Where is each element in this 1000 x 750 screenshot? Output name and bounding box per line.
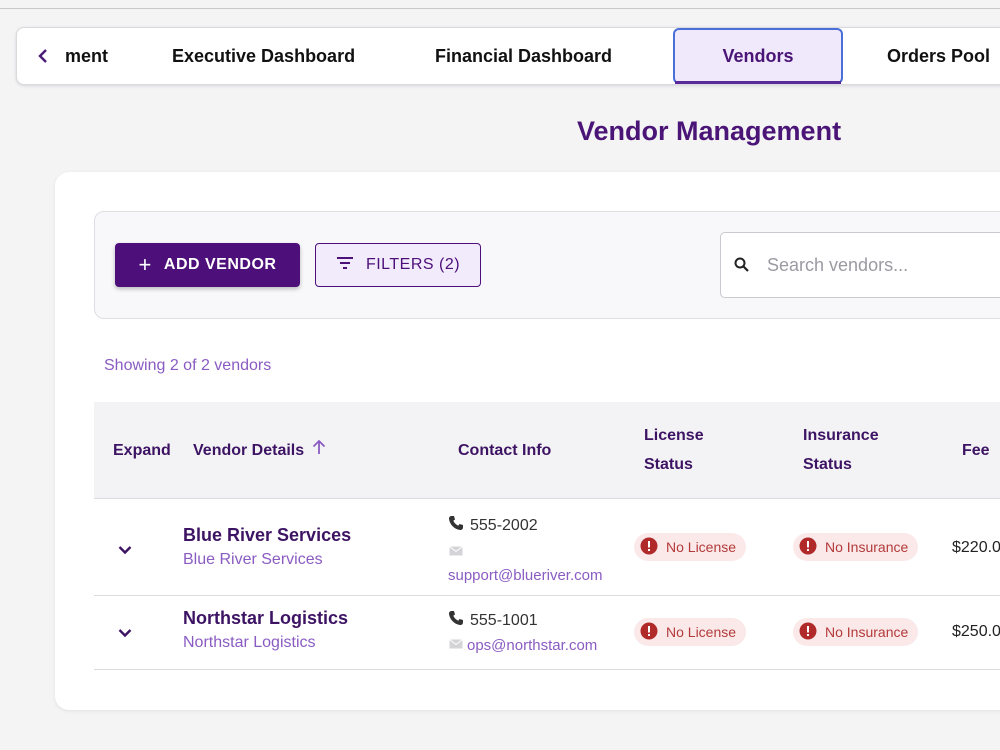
table-row: Blue River Services Blue River Services … bbox=[94, 498, 1000, 596]
phone-number: 555-1001 bbox=[470, 611, 538, 629]
header-vendor-details[interactable]: Vendor Details bbox=[193, 436, 326, 465]
header-contact-info: Contact Info bbox=[458, 442, 552, 459]
chevron-down-icon[interactable] bbox=[114, 539, 136, 561]
tab-financial-dashboard[interactable]: Financial Dashboard bbox=[435, 28, 612, 84]
sort-arrow-up-icon bbox=[312, 436, 326, 465]
vendor-name[interactable]: Northstar Logistics bbox=[183, 608, 348, 629]
insurance-status-badge: No Insurance bbox=[793, 618, 919, 646]
table-header: Expand Vendor Details Contact Info Licen… bbox=[94, 402, 1000, 498]
vendor-subname: Northstar Logistics bbox=[183, 634, 316, 651]
mail-icon bbox=[449, 636, 463, 654]
search-box[interactable] bbox=[720, 232, 1000, 298]
phone-icon bbox=[448, 610, 464, 631]
error-icon bbox=[799, 537, 817, 558]
table-row: Northstar Logistics Northstar Logistics … bbox=[94, 596, 1000, 670]
header-vendor-label: Vendor Details bbox=[193, 442, 305, 459]
chevron-left-icon[interactable] bbox=[33, 46, 53, 66]
filters-label: FILTERS (2) bbox=[365, 256, 461, 273]
tab-bar: ment Executive Dashboard Financial Dashb… bbox=[16, 27, 1000, 85]
header-expand: Expand bbox=[113, 442, 171, 459]
vendor-fee: $220.0 bbox=[952, 539, 1000, 556]
search-icon bbox=[733, 256, 751, 274]
search-input[interactable] bbox=[767, 254, 987, 276]
toolbar: + ADD VENDOR FILTERS (2) bbox=[94, 211, 1000, 319]
page-title: Vendor Management bbox=[577, 116, 842, 146]
vendor-email[interactable]: ops@northstar.com bbox=[467, 637, 597, 654]
vendor-email[interactable]: support@blueriver.com bbox=[448, 567, 602, 584]
window-top-border bbox=[0, 8, 1000, 9]
insurance-status-text: No Insurance bbox=[825, 539, 909, 555]
insurance-status-badge: No Insurance bbox=[793, 533, 919, 561]
license-status-text: No License bbox=[666, 624, 737, 640]
error-icon bbox=[640, 537, 658, 558]
vendor-card: + ADD VENDOR FILTERS (2) Showing 2 of 2 … bbox=[55, 172, 1000, 710]
vendor-phone: 555-2002 bbox=[448, 515, 538, 536]
license-status-badge: No License bbox=[634, 533, 747, 561]
header-license-status: License Status bbox=[644, 427, 704, 473]
license-status-badge: No License bbox=[634, 618, 747, 646]
add-vendor-label: ADD VENDOR bbox=[163, 256, 277, 273]
tab-orders-pool[interactable]: Orders Pool bbox=[887, 28, 990, 84]
add-vendor-button[interactable]: + ADD VENDOR bbox=[115, 243, 300, 287]
filter-icon bbox=[336, 256, 354, 275]
error-icon bbox=[640, 622, 658, 643]
mail-icon bbox=[449, 543, 463, 561]
tab-management[interactable]: ment bbox=[65, 28, 108, 84]
filters-button[interactable]: FILTERS (2) bbox=[315, 243, 481, 287]
results-count: Showing 2 of 2 vendors bbox=[104, 357, 272, 374]
vendor-phone: 555-1001 bbox=[448, 610, 538, 631]
error-icon bbox=[799, 622, 817, 643]
vendor-email-line: ops@northstar.com bbox=[449, 636, 597, 654]
vendor-subname: Blue River Services bbox=[183, 551, 323, 568]
plus-icon: + bbox=[138, 252, 152, 277]
vendor-name[interactable]: Blue River Services bbox=[183, 525, 351, 546]
phone-icon bbox=[448, 515, 464, 536]
header-fee: Fee bbox=[962, 442, 990, 459]
tab-executive-dashboard[interactable]: Executive Dashboard bbox=[172, 28, 355, 84]
phone-number: 555-2002 bbox=[470, 516, 538, 534]
license-status-text: No License bbox=[666, 539, 737, 555]
chevron-down-icon[interactable] bbox=[114, 622, 136, 644]
insurance-status-text: No Insurance bbox=[825, 624, 909, 640]
tab-vendors[interactable]: Vendors bbox=[673, 28, 843, 84]
header-insurance-status: Insurance Status bbox=[803, 427, 879, 473]
vendor-fee: $250.0 bbox=[952, 623, 1000, 640]
